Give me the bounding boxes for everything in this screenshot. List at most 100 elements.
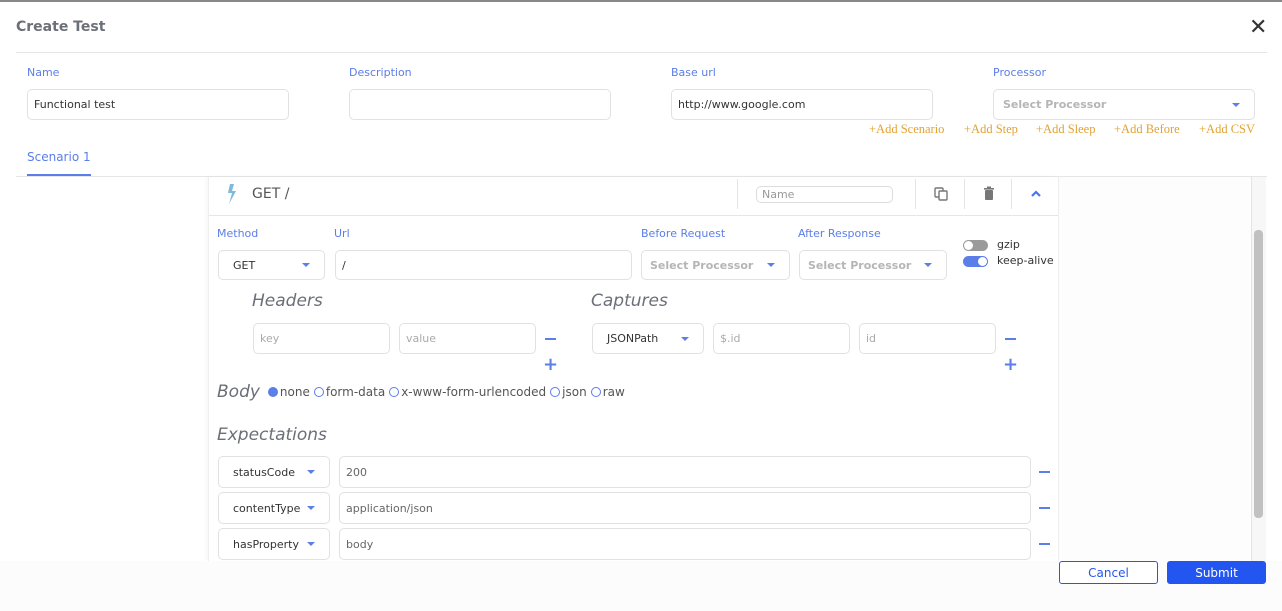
expectation-value-input[interactable]: application/json xyxy=(339,492,1031,524)
captures-heading: Captures xyxy=(591,291,668,311)
url-input[interactable]: / xyxy=(335,250,632,280)
gzip-toggle[interactable] xyxy=(963,240,988,251)
remove-capture-button[interactable] xyxy=(1005,338,1016,340)
divider xyxy=(1011,179,1012,209)
processor-placeholder: Select Processor xyxy=(1003,98,1107,111)
before-request-placeholder: Select Processor xyxy=(650,258,754,272)
radio-label: json xyxy=(562,385,587,399)
divider xyxy=(964,179,965,209)
url-label: Url xyxy=(334,227,350,240)
remove-header-button[interactable] xyxy=(545,338,556,340)
radio-label: form-data xyxy=(325,385,386,399)
step-card: GET / Name Method GET Url / Before Reque… xyxy=(208,177,1059,561)
processor-label: Processor xyxy=(993,66,1046,79)
copy-icon[interactable] xyxy=(931,185,951,203)
expectation-type-select[interactable]: hasProperty xyxy=(218,528,330,560)
body-heading: Body xyxy=(217,382,260,402)
name-input[interactable]: Functional test xyxy=(27,89,289,120)
description-input[interactable] xyxy=(349,89,611,120)
expectation-type-select[interactable]: contentType xyxy=(218,492,330,524)
radio-json[interactable] xyxy=(550,387,561,397)
radio-none[interactable] xyxy=(267,387,278,397)
processor-select[interactable]: Select Processor xyxy=(993,89,1255,120)
divider xyxy=(16,52,1267,53)
base-url-label: Base url xyxy=(671,66,716,79)
radio-label: none xyxy=(279,385,310,399)
method-value: GET xyxy=(233,258,256,272)
after-response-placeholder: Select Processor xyxy=(808,258,912,272)
header-value-input[interactable]: value xyxy=(399,323,536,354)
expectation-type-value: contentType xyxy=(233,501,301,515)
close-icon[interactable]: ✕ xyxy=(1249,17,1269,39)
chevron-down-icon xyxy=(302,263,310,267)
add-step-link[interactable]: +Add Step xyxy=(964,122,1018,137)
header-key-input[interactable]: key xyxy=(253,323,390,354)
add-sleep-link[interactable]: +Add Sleep xyxy=(1036,122,1095,137)
radio-raw[interactable] xyxy=(590,387,601,397)
base-url-input[interactable]: http://www.google.com xyxy=(671,89,933,120)
header-value-placeholder: value xyxy=(406,332,437,345)
expectation-value-input[interactable]: body xyxy=(339,528,1031,560)
toggle-knob xyxy=(978,257,987,266)
radio-label: raw xyxy=(602,385,625,399)
chevron-down-icon xyxy=(307,470,315,474)
description-label: Description xyxy=(349,66,412,79)
gzip-label: gzip xyxy=(997,238,1020,251)
capture-type-select[interactable]: JSONPath xyxy=(592,323,704,354)
capture-path-input[interactable]: $.id xyxy=(713,323,850,354)
window-top-border xyxy=(0,0,1282,2)
remove-expectation-button[interactable] xyxy=(1039,543,1050,545)
remove-expectation-button[interactable] xyxy=(1039,507,1050,509)
body-options: Body none form-data x-www-form-urlencode… xyxy=(217,382,629,402)
chevron-down-icon xyxy=(1232,102,1240,107)
after-response-label: After Response xyxy=(798,227,881,240)
before-request-select[interactable]: Select Processor xyxy=(641,250,790,280)
keep-alive-toggle[interactable] xyxy=(963,256,988,267)
tab-scenario-1[interactable]: Scenario 1 xyxy=(27,150,91,164)
radio-x-www-form-urlencoded[interactable] xyxy=(389,387,400,397)
capture-type-value: JSONPath xyxy=(607,332,659,345)
left-pane xyxy=(16,177,208,561)
divider xyxy=(737,179,738,209)
method-select[interactable]: GET xyxy=(218,250,325,280)
header-key-placeholder: key xyxy=(260,332,280,345)
name-label: Name xyxy=(27,66,60,79)
radio-form-data[interactable] xyxy=(313,387,324,397)
submit-button[interactable]: Submit xyxy=(1167,561,1266,584)
divider xyxy=(915,179,916,209)
trash-icon[interactable] xyxy=(979,185,999,203)
add-csv-link[interactable]: +Add CSV xyxy=(1199,122,1255,137)
expectation-type-value: hasProperty xyxy=(233,537,299,551)
before-request-label: Before Request xyxy=(641,227,726,240)
chevron-down-icon xyxy=(307,542,315,546)
headers-heading: Headers xyxy=(252,291,323,311)
chevron-up-icon[interactable] xyxy=(1026,185,1046,203)
chevron-down-icon xyxy=(681,336,689,341)
remove-expectation-button[interactable] xyxy=(1039,471,1050,473)
cancel-button[interactable]: Cancel xyxy=(1059,561,1158,584)
capture-name-placeholder: id xyxy=(866,332,877,345)
expectations-heading: Expectations xyxy=(217,425,327,445)
after-response-select[interactable]: Select Processor xyxy=(799,250,947,280)
capture-path-placeholder: $.id xyxy=(720,332,741,345)
right-pane xyxy=(1059,177,1252,561)
capture-name-input[interactable]: id xyxy=(859,323,996,354)
expectation-type-select[interactable]: statusCode xyxy=(218,456,330,488)
radio-label: x-www-form-urlencoded xyxy=(401,385,547,399)
lightning-icon xyxy=(228,184,236,204)
step-header: GET / Name xyxy=(209,177,1058,216)
chevron-down-icon xyxy=(767,263,775,267)
add-scenario-link[interactable]: +Add Scenario xyxy=(869,122,944,137)
add-before-link[interactable]: +Add Before xyxy=(1114,122,1180,137)
chevron-down-icon xyxy=(307,506,315,510)
step-name-input[interactable]: Name xyxy=(756,186,893,203)
add-header-button[interactable]: + xyxy=(543,356,558,374)
expectation-type-value: statusCode xyxy=(233,465,295,479)
scrollbar-thumb[interactable] xyxy=(1254,230,1263,518)
method-label: Method xyxy=(217,227,259,240)
expectation-value-input[interactable]: 200 xyxy=(339,456,1031,488)
toggle-knob xyxy=(964,241,973,250)
step-title: GET / xyxy=(252,186,290,202)
add-capture-button[interactable]: + xyxy=(1003,356,1018,374)
keep-alive-label: keep-alive xyxy=(997,254,1054,267)
